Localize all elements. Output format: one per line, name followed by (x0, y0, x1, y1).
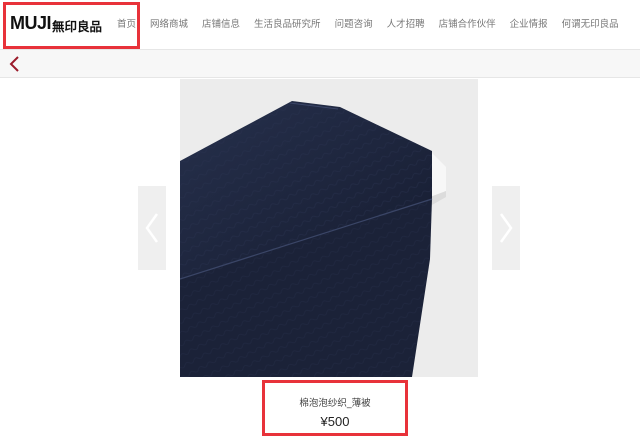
carousel-next-button[interactable] (492, 186, 520, 270)
product-info: 棉泡泡纱织_薄被 ¥500 (262, 380, 408, 436)
nav-careers[interactable]: 人才招聘 (387, 16, 425, 30)
product-price: ¥500 (320, 414, 350, 429)
chevron-right-icon (499, 213, 513, 243)
nav-corporate-info[interactable]: 企业情报 (510, 16, 548, 30)
logo-wordmark: MUJI (10, 13, 52, 33)
product-image (180, 79, 478, 377)
main-nav: 首页 网络商城 店铺信息 生活良品研究所 问题咨询 人才招聘 店铺合作伙伴 企业… (117, 16, 633, 30)
nav-online-store[interactable]: 网络商城 (150, 16, 188, 30)
product-name: 棉泡泡纱织_薄被 (299, 398, 371, 409)
nav-home[interactable]: 首页 (117, 16, 136, 30)
chevron-left-icon (145, 213, 159, 243)
nav-lab[interactable]: 生活良品研究所 (254, 16, 321, 30)
nav-store-info[interactable]: 店铺信息 (202, 16, 240, 30)
nav-inquiry[interactable]: 问题咨询 (335, 16, 373, 30)
nav-partners[interactable]: 店铺合作伙伴 (439, 16, 496, 30)
logo-japanese-wordmark: 無印良品 (52, 19, 103, 34)
carousel-prev-button[interactable] (138, 186, 166, 270)
back-bar (0, 49, 640, 78)
site-header: MUJI 無印良品 首页 网络商城 店铺信息 生活良品研究所 问题咨询 人才招聘… (0, 0, 640, 49)
product-image-carousel[interactable] (180, 79, 478, 377)
back-arrow-icon[interactable] (8, 56, 22, 72)
nav-about-muji[interactable]: 何谓无印良品 (562, 16, 619, 30)
